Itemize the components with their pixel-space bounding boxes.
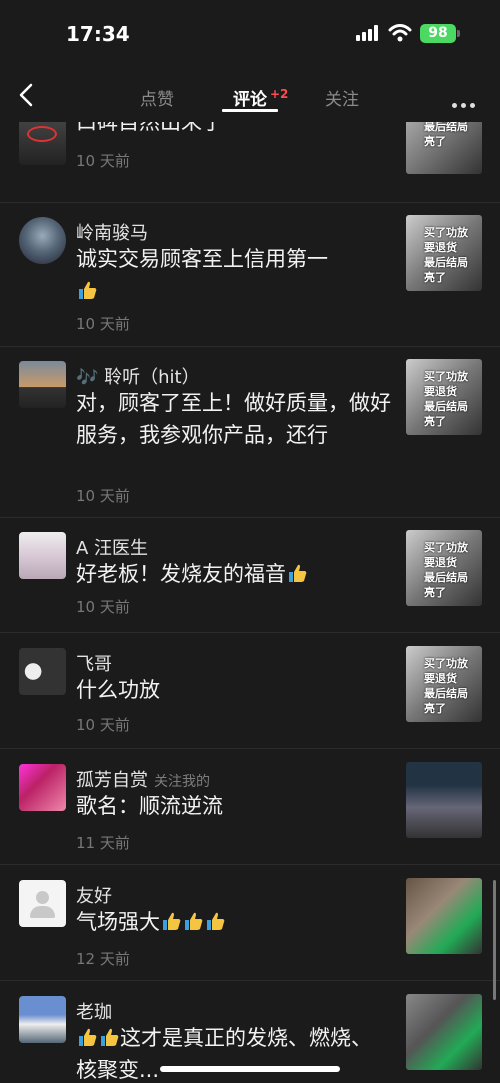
status-time: 17:34 — [66, 22, 130, 46]
video-thumbnail[interactable]: 买了功放 要退货 最后结局 亮了 — [406, 530, 482, 606]
home-indicator[interactable] — [160, 1066, 340, 1072]
thumbnail-caption: 要退货 最后结局 亮了 — [424, 122, 468, 148]
wifi-icon — [388, 24, 412, 42]
comment-date: 10 天前 — [76, 152, 130, 170]
active-tab-indicator — [222, 109, 278, 112]
tab-following[interactable]: 关注 — [325, 85, 359, 110]
cellular-signal-icon — [356, 25, 380, 41]
thumbs-up-emoji-icon — [289, 564, 307, 582]
comment-date: 11 天前 — [76, 834, 130, 852]
comment-text-body: 气场强大 — [76, 910, 160, 934]
divider — [0, 864, 500, 865]
video-thumbnail[interactable]: 要退货 最后结局 亮了 — [406, 122, 482, 174]
divider — [0, 748, 500, 749]
battery-tip — [457, 30, 460, 37]
thumbs-up-emoji-icon — [101, 1028, 119, 1046]
comment-text: 好老板！发烧友的福音 — [76, 558, 392, 590]
thumbnail-caption: 买了功放 要退货 最后结局 亮了 — [424, 370, 468, 428]
comment-text: 这才是真正的发烧、燃烧、核聚变... — [76, 1022, 392, 1083]
divider — [0, 202, 500, 203]
back-icon[interactable] — [14, 82, 40, 108]
comment-feed[interactable]: 口碑自然出来了 10 天前 要退货 最后结局 亮了 岭南骏马 诚实交易顾客至上信… — [0, 122, 500, 1083]
thumbnail-caption: 买了功放 要退货 最后结局 亮了 — [424, 657, 468, 715]
commenter-name-text: 孤芳自赏 — [76, 770, 148, 791]
commenter-name[interactable]: 🎶 聆听（hit） — [76, 363, 200, 389]
divider — [0, 980, 500, 981]
divider — [0, 632, 500, 633]
comment-text-body: 这才是真正的发烧、燃烧、核聚变... — [76, 1026, 372, 1082]
video-thumbnail[interactable] — [406, 878, 482, 954]
thumbs-up-emoji-icon — [185, 912, 203, 930]
commenter-name[interactable]: 老珈 — [76, 998, 112, 1024]
comment-text: 气场强大 — [76, 906, 392, 938]
commenter-name[interactable]: 岭南骏马 — [76, 219, 148, 245]
video-thumbnail[interactable]: 买了功放 要退货 最后结局 亮了 — [406, 215, 482, 291]
thumbs-up-emoji-icon — [207, 912, 225, 930]
comment-text: 歌名：顺流逆流 — [76, 794, 223, 818]
avatar[interactable] — [19, 361, 66, 408]
comment-text-body: 诚实交易顾客至上信用第一 — [76, 247, 328, 271]
comment-date: 10 天前 — [76, 716, 130, 734]
avatar[interactable] — [19, 532, 66, 579]
tab-likes[interactable]: 点赞 — [140, 85, 174, 110]
thumbnail-caption: 买了功放 要退货 最后结局 亮了 — [424, 541, 468, 599]
comment-date: 10 天前 — [76, 598, 130, 616]
thumbs-up-emoji-icon — [163, 912, 181, 930]
divider — [0, 346, 500, 347]
avatar[interactable] — [19, 648, 66, 695]
avatar[interactable] — [19, 217, 66, 264]
commenter-name[interactable]: 飞哥 — [76, 650, 112, 676]
tab-comments[interactable]: 评论 — [233, 85, 267, 110]
comment-count-badge: +2 — [270, 87, 289, 101]
avatar[interactable] — [19, 122, 66, 165]
comment-text-body: 好老板！发烧友的福音 — [76, 562, 286, 586]
video-thumbnail[interactable]: 买了功放 要退货 最后结局 亮了 — [406, 646, 482, 722]
battery-indicator: 98 — [420, 24, 456, 43]
scrollbar[interactable] — [493, 880, 496, 1000]
video-thumbnail[interactable] — [406, 762, 482, 838]
commenter-name[interactable]: 孤芳自赏 关注我的 — [76, 766, 210, 792]
comment-text: 诚实交易顾客至上信用第一 — [76, 243, 392, 307]
follows-you-tag: 关注我的 — [154, 774, 210, 790]
comment-date: 10 天前 — [76, 315, 130, 333]
comment-text: 什么功放 — [76, 678, 160, 702]
comment-date: 10 天前 — [76, 487, 130, 505]
comment-text: 口碑自然出来了 — [76, 122, 223, 134]
top-nav: 点赞 评论 +2 关注 — [0, 66, 500, 122]
more-options-icon[interactable] — [452, 93, 479, 112]
commenter-name[interactable]: A 汪医生 — [76, 534, 148, 560]
commenter-name[interactable]: 友好 — [76, 882, 112, 908]
video-thumbnail[interactable]: 买了功放 要退货 最后结局 亮了 — [406, 359, 482, 435]
thumbs-up-emoji-icon — [79, 281, 97, 299]
comment-date: 12 天前 — [76, 950, 130, 968]
thumbnail-caption: 买了功放 要退货 最后结局 亮了 — [424, 226, 468, 284]
status-bar: 17:34 98 — [0, 0, 500, 66]
avatar[interactable] — [19, 880, 66, 927]
thumbs-up-emoji-icon — [79, 1028, 97, 1046]
divider — [0, 517, 500, 518]
avatar[interactable] — [19, 764, 66, 811]
avatar[interactable] — [19, 996, 66, 1043]
video-thumbnail[interactable] — [406, 994, 482, 1070]
comment-text: 对，顾客了至上！做好质量，做好服务，我参观你产品，还行 — [76, 391, 391, 447]
